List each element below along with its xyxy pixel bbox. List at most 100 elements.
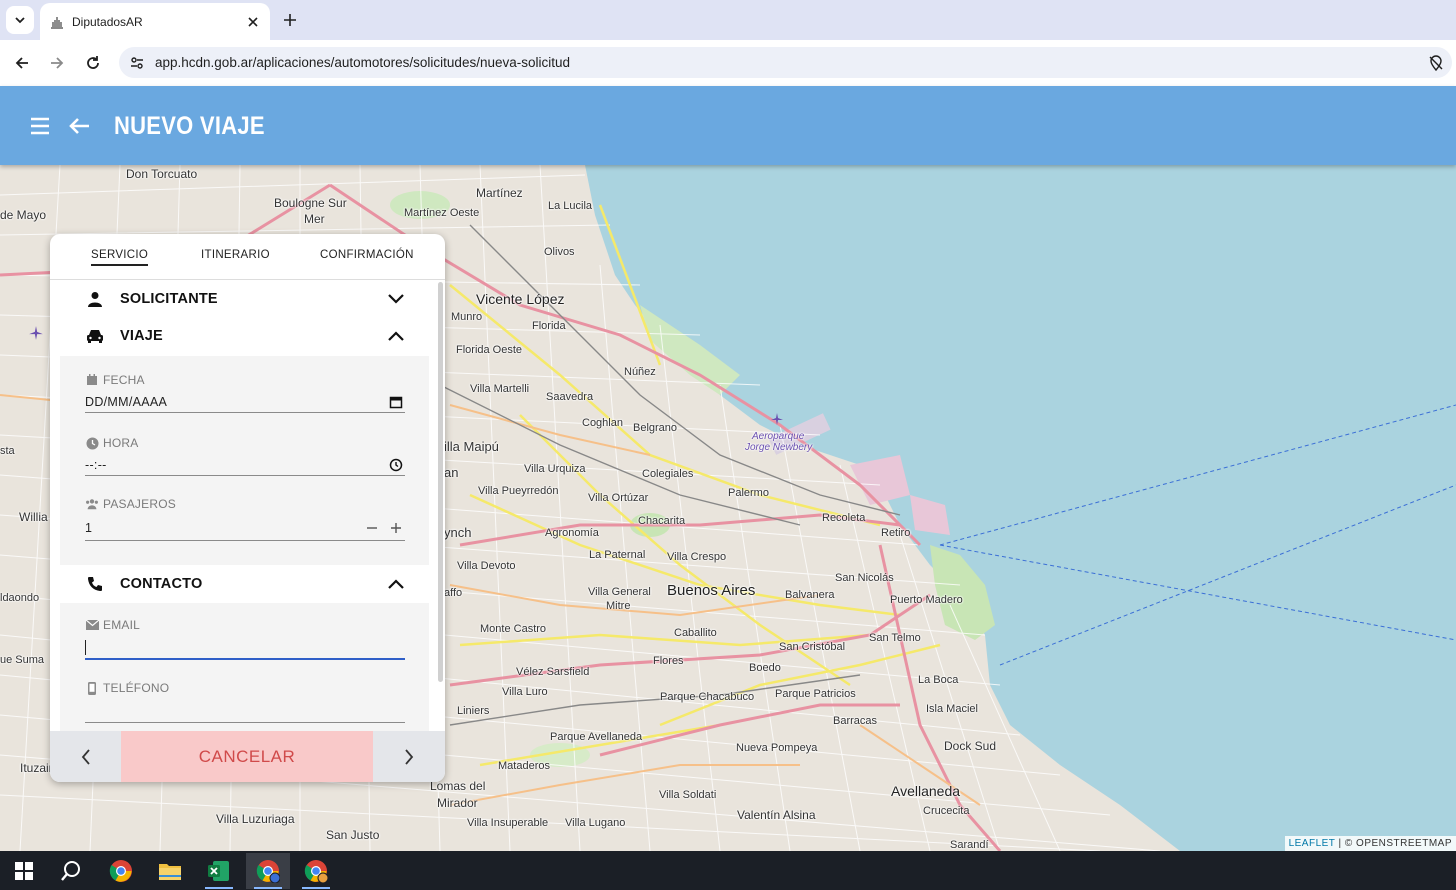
hora-input[interactable]: --:--: [85, 454, 405, 476]
hora-placeholder: --:--: [85, 457, 107, 472]
taskbar-search-button[interactable]: [49, 853, 93, 889]
viaje-fields: FECHA DD/MM/AAAA HORA --:-- PASAJEROS 1: [60, 356, 429, 565]
telefono-input[interactable]: [85, 699, 405, 723]
section-label: VIAJE: [120, 328, 163, 344]
congress-favicon-icon: [51, 16, 63, 29]
mobile-icon: [85, 681, 99, 695]
tab-search-button[interactable]: [6, 6, 34, 34]
fecha-input[interactable]: DD/MM/AAAA: [85, 391, 405, 413]
menu-button[interactable]: [26, 112, 54, 140]
email-field: EMAIL: [85, 618, 405, 660]
pasajeros-field: PASAJEROS 1: [85, 497, 405, 541]
map-label: Coghlan: [582, 417, 623, 429]
hamburger-icon: [31, 117, 49, 135]
map-label: Nueva Pompeya: [736, 742, 818, 754]
arrow-left-icon: [69, 118, 89, 134]
map-label: La Lucila: [548, 200, 593, 212]
back-nav-button[interactable]: [65, 112, 93, 140]
active-indicator: [254, 887, 282, 889]
leaflet-link[interactable]: LEAFLET: [1289, 838, 1336, 849]
tab-itinerario[interactable]: ITINERARIO: [201, 249, 270, 261]
map-label: Recoleta: [822, 512, 866, 524]
location-off-icon[interactable]: [1424, 51, 1448, 75]
browser-tab[interactable]: DiputadosAR: [40, 3, 270, 40]
map-label: Parque Avellaneda: [550, 731, 643, 743]
tab-servicio[interactable]: SERVICIO: [91, 249, 149, 266]
previous-step-button[interactable]: [50, 731, 121, 782]
map-label: Villa Devoto: [457, 560, 516, 572]
map-label: Villa Pueyrredón: [478, 485, 559, 497]
taskbar-file-explorer[interactable]: [148, 853, 192, 889]
pasajeros-value: 1: [85, 520, 93, 535]
map-label: Avellaneda: [891, 783, 961, 799]
hora-field: HORA --:--: [85, 436, 405, 476]
section-solicitante[interactable]: SOLICITANTE: [50, 281, 445, 317]
map-label: Belgrano: [633, 422, 678, 434]
map-label: ue Suma: [0, 654, 45, 666]
map-label: Florida Oeste: [456, 344, 523, 356]
plus-icon[interactable]: [387, 519, 405, 537]
map-label: an: [444, 465, 459, 480]
map-label: Puerto Madero: [890, 594, 963, 606]
taskbar-chrome-profile-active[interactable]: [246, 853, 290, 889]
map-label: affo: [444, 587, 463, 599]
map-label: Boedo: [749, 662, 781, 674]
minus-icon[interactable]: [363, 519, 381, 537]
map-label: Crucecita: [923, 805, 970, 817]
taskbar-excel[interactable]: [197, 853, 241, 889]
tab-confirmacion[interactable]: CONFIRMACIÓN: [320, 249, 414, 261]
osm-attribution: | © OPENSTREETMAP: [1335, 838, 1452, 849]
chevron-right-icon: [405, 748, 414, 765]
tab-close-icon[interactable]: [242, 11, 264, 33]
email-input[interactable]: [85, 636, 405, 660]
time-picker-icon[interactable]: [387, 456, 405, 474]
form-scroll-area[interactable]: SOLICITANTE VIAJE FECHA DD/MM/AAAA HORA …: [50, 280, 445, 731]
map-label: ldaondo: [0, 592, 40, 604]
map-label: de Mayo: [0, 208, 47, 222]
map-label: Sarandí: [950, 839, 989, 851]
map-label: Mataderos: [498, 760, 550, 772]
calendar-picker-icon[interactable]: [387, 393, 405, 411]
map-label: Monte Castro: [480, 623, 547, 635]
site-settings-icon[interactable]: [127, 53, 147, 73]
cancel-button[interactable]: CANCELAR: [121, 731, 373, 782]
map-label: Isla Maciel: [926, 703, 978, 715]
chrome-profile-icon: [304, 860, 328, 883]
forward-button[interactable]: [44, 50, 70, 76]
map-label: Caballito: [674, 627, 717, 639]
map-label: Villa Insuperable: [467, 817, 549, 829]
map-label: Olivos: [544, 246, 575, 258]
field-label: HORA: [103, 436, 139, 450]
envelope-icon: [85, 618, 99, 632]
app-header: NUEVO VIAJE: [0, 86, 1456, 165]
new-tab-button[interactable]: [278, 8, 302, 32]
phone-icon: [84, 573, 106, 595]
map-label: Palermo: [728, 487, 769, 499]
field-label: TELÉFONO: [103, 681, 170, 695]
reload-button[interactable]: [80, 50, 106, 76]
map-label: Núñez: [624, 366, 656, 378]
chevron-down-icon[interactable]: [385, 288, 407, 310]
start-button[interactable]: [2, 853, 46, 889]
map-label: Boulogne Sur: [274, 196, 347, 210]
back-button[interactable]: [9, 50, 35, 76]
stepper-tabs: SERVICIO ITINERARIO CONFIRMACIÓN: [50, 234, 445, 280]
fecha-placeholder: DD/MM/AAAA: [85, 394, 168, 409]
map-attribution: LEAFLET | © OPENSTREETMAP: [1284, 836, 1456, 851]
taskbar-chrome[interactable]: [99, 853, 143, 889]
section-contacto[interactable]: CONTACTO: [50, 566, 445, 602]
form-scrollbar[interactable]: [438, 282, 443, 682]
map-label: Dock Sud: [944, 739, 997, 753]
telefono-field: TELÉFONO: [85, 681, 405, 723]
map-label: San Justo: [326, 828, 380, 842]
next-step-button[interactable]: [373, 731, 445, 782]
text-caret: [85, 639, 86, 655]
pasajeros-input[interactable]: 1: [85, 515, 405, 541]
section-viaje[interactable]: VIAJE: [50, 318, 445, 354]
address-bar[interactable]: app.hcdn.gob.ar/aplicaciones/automotores…: [119, 47, 1452, 78]
excel-icon: [208, 861, 229, 881]
map-label: La Boca: [918, 674, 959, 686]
chevron-up-icon[interactable]: [385, 325, 407, 347]
chevron-up-icon[interactable]: [385, 573, 407, 595]
taskbar-chrome-profile[interactable]: [294, 853, 338, 889]
